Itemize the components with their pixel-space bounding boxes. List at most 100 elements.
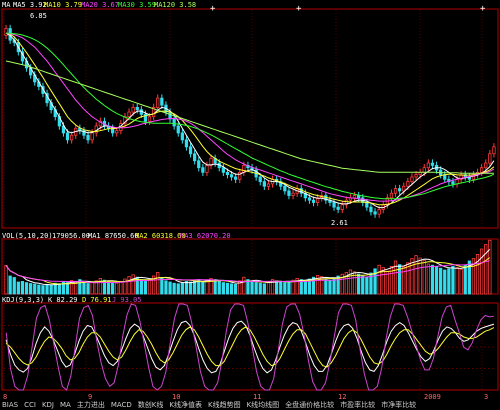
tab-kline-net[interactable]: K线净值表	[169, 401, 202, 410]
candle-body	[242, 164, 246, 173]
candle-body	[147, 116, 152, 122]
candle-body	[365, 202, 369, 208]
volume-bar	[258, 282, 262, 295]
candle-body	[176, 125, 180, 134]
candle-body	[369, 206, 373, 213]
volume-bar	[164, 280, 168, 295]
volume-bar	[156, 271, 160, 295]
volume-bar	[242, 276, 246, 295]
candle	[82, 126, 86, 139]
candle-body	[4, 28, 8, 36]
x-tick-label: 9	[88, 393, 92, 401]
volume-bar	[115, 282, 119, 295]
candle-body	[90, 132, 94, 141]
volume-bar	[254, 282, 258, 295]
volume-bar	[287, 280, 291, 295]
tab-pe-compare[interactable]: 市盈率比较	[340, 401, 375, 410]
tab-pb-compare[interactable]: 市净率比较	[381, 401, 416, 410]
candle	[78, 124, 82, 135]
tab-kdj[interactable]: KDJ	[42, 401, 54, 410]
candle-body	[484, 162, 488, 169]
volume-bar	[139, 279, 143, 295]
candle-body	[426, 162, 430, 169]
candle-body	[332, 202, 336, 208]
volume-bar	[184, 280, 189, 295]
volume-bar	[147, 279, 152, 295]
candle-body	[402, 185, 406, 192]
volume-bar	[143, 280, 148, 295]
candle	[451, 177, 455, 188]
candle	[398, 184, 402, 195]
candle-body	[229, 174, 234, 178]
volume-bar	[447, 268, 451, 295]
low-price-label: 2.61	[331, 219, 348, 227]
candle-body	[492, 146, 496, 155]
volume-bar	[119, 280, 123, 295]
volume-panel[interactable]	[4, 239, 492, 295]
price-panel[interactable]	[4, 24, 496, 218]
tab-kline-ma[interactable]: K线均线图	[247, 401, 280, 410]
candle-body	[221, 167, 225, 173]
volume-bar	[41, 285, 45, 295]
volume-bar	[463, 264, 467, 295]
volume-bar	[8, 275, 12, 295]
legend-volume-ma2: MA2 60318.60	[135, 232, 186, 240]
tab-main-flow[interactable]: 主力进出	[77, 401, 105, 410]
tab-kline-digital[interactable]: 数创K线	[138, 401, 164, 410]
candle	[201, 163, 205, 177]
candle-body	[357, 195, 361, 199]
volume-bar	[234, 283, 238, 295]
volume-bar	[33, 283, 37, 295]
candle-body	[377, 209, 381, 215]
candle	[152, 103, 156, 121]
volume-bar	[324, 278, 328, 295]
candle	[234, 173, 238, 184]
candle-body	[480, 167, 484, 173]
candle	[279, 177, 283, 190]
volume-bar	[373, 268, 377, 295]
tab-bias[interactable]: BIAS	[2, 401, 18, 410]
volume-bar	[12, 277, 16, 295]
candle-body	[393, 188, 398, 194]
candle-body	[287, 190, 291, 196]
x-tick-label: 8	[3, 393, 7, 401]
x-tick-label: 3	[484, 393, 488, 401]
volume-bar	[49, 284, 53, 295]
candle-body	[205, 164, 209, 173]
tab-kline-trend[interactable]: K线趋势图	[208, 401, 241, 410]
candle-body	[410, 176, 414, 183]
tab-price-compare[interactable]: 全盘通价格比较	[285, 401, 334, 410]
candle-body	[160, 97, 164, 106]
tab-cci[interactable]: CCI	[24, 401, 36, 410]
candle-body	[168, 111, 172, 120]
candle-body	[373, 211, 377, 215]
volume-bar	[303, 280, 307, 295]
volume-bar	[180, 282, 184, 295]
volume-bar	[172, 282, 176, 295]
volume-bar	[111, 282, 115, 295]
marker-cross-icon: +	[480, 4, 486, 14]
volume-bar	[434, 265, 439, 295]
candle	[209, 154, 213, 170]
candle	[160, 94, 164, 109]
volume-bar	[57, 283, 61, 295]
candle-body	[430, 162, 435, 166]
candle	[430, 159, 435, 170]
volume-bar	[225, 282, 230, 295]
volume-bar	[4, 265, 8, 295]
indicator-tabs: BIAS CCI KDJ MA 主力进出 MACD 数创K线 K线净值表 K线趋…	[0, 401, 500, 410]
candle	[352, 191, 357, 202]
candle	[106, 122, 111, 132]
candle-body	[156, 97, 160, 108]
volume-bar	[480, 248, 484, 295]
volume-bar	[127, 276, 131, 295]
x-tick-label: 12	[338, 393, 346, 401]
candle	[262, 177, 266, 190]
candle	[156, 94, 160, 112]
panel-frame	[1, 8, 499, 229]
volume-bar	[86, 283, 90, 295]
candle-body	[283, 185, 287, 192]
tab-ma[interactable]: MA	[60, 401, 71, 410]
tab-macd[interactable]: MACD	[111, 401, 132, 410]
volume-bar	[29, 283, 33, 295]
